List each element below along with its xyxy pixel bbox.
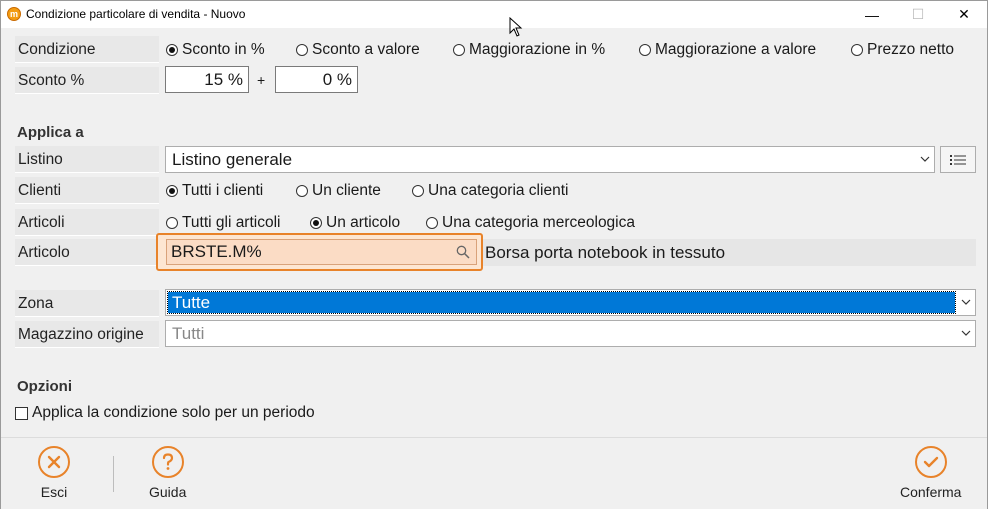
- chevron-down-icon: [961, 290, 971, 324]
- conferma-button[interactable]: Conferma: [900, 446, 961, 500]
- listino-select[interactable]: Listino generale: [165, 146, 935, 173]
- maximize-button[interactable]: ☐: [895, 1, 941, 28]
- articolo-code-input[interactable]: BRSTE.M%: [166, 239, 477, 265]
- zona-label: Zona: [15, 290, 159, 317]
- listino-value: Listino generale: [172, 150, 293, 169]
- radio-label: Una categoria merceologica: [442, 214, 635, 231]
- radio-tutti-clienti[interactable]: Tutti i clienti: [166, 182, 263, 200]
- app-logo-icon: m: [7, 7, 21, 21]
- checkbox-box: [15, 406, 28, 420]
- radio-label: Tutti gli articoli: [182, 214, 281, 231]
- radio-categoria-clienti[interactable]: Una categoria clienti: [412, 182, 568, 200]
- sconto-1-input[interactable]: 15 %: [165, 66, 249, 93]
- mouse-cursor-icon: [509, 17, 523, 37]
- applica-section-title: Applica a: [17, 124, 84, 141]
- radio-label: Un cliente: [312, 182, 381, 199]
- listino-label: Listino: [15, 146, 159, 173]
- radio-un-articolo[interactable]: Un articolo: [310, 214, 400, 232]
- search-icon[interactable]: [456, 245, 470, 259]
- articolo-focus-frame: BRSTE.M%: [156, 233, 483, 271]
- radio-dot: [412, 185, 424, 197]
- list-icon: [950, 154, 966, 165]
- radio-prezzo-netto[interactable]: Prezzo netto: [851, 41, 954, 59]
- magazzino-value: Tutti: [172, 324, 205, 343]
- opzioni-section-title: Opzioni: [17, 378, 72, 395]
- close-circle-icon: [38, 446, 70, 478]
- radio-maggiorazione-valore[interactable]: Maggiorazione a valore: [639, 41, 816, 59]
- radio-dot: [296, 185, 308, 197]
- sconto-label: Sconto %: [15, 67, 159, 94]
- periodo-checkbox[interactable]: Applica la condizione solo per un period…: [15, 404, 315, 422]
- condizione-label: Condizione: [15, 36, 159, 63]
- radio-label: Sconto a valore: [312, 41, 420, 58]
- listino-list-button[interactable]: [940, 146, 976, 173]
- guida-button[interactable]: Guida: [149, 446, 186, 500]
- esci-button[interactable]: Esci: [38, 446, 70, 500]
- radio-dot: [426, 217, 438, 229]
- radio-label: Sconto in %: [182, 41, 265, 58]
- radio-label: Maggiorazione a valore: [655, 41, 817, 58]
- radio-dot: [310, 217, 322, 229]
- radio-label: Tutti i clienti: [182, 182, 264, 199]
- radio-un-cliente[interactable]: Un cliente: [296, 182, 381, 200]
- articolo-description: Borsa porta notebook in tessuto: [483, 239, 976, 266]
- radio-label: Una categoria clienti: [428, 182, 569, 199]
- radio-label: Prezzo netto: [867, 41, 955, 58]
- radio-sconto-percent[interactable]: Sconto in %: [166, 41, 265, 59]
- periodo-label: Applica la condizione solo per un period…: [32, 404, 315, 421]
- radio-label: Maggiorazione in %: [469, 41, 606, 58]
- radio-label: Un articolo: [326, 214, 401, 231]
- chevron-down-icon: [920, 147, 930, 181]
- articolo-code-value: BRSTE.M%: [171, 242, 262, 261]
- check-circle-icon: [914, 446, 947, 478]
- radio-dot: [166, 185, 178, 197]
- footer-toolbar: Esci Guida Conferma: [1, 437, 987, 509]
- guida-label: Guida: [149, 484, 187, 500]
- conferma-label: Conferma: [900, 484, 962, 500]
- radio-dot: [851, 44, 863, 56]
- footer-separator: [113, 456, 114, 492]
- zona-value: Tutte: [167, 291, 956, 314]
- chevron-down-icon: [961, 321, 971, 355]
- title-bar[interactable]: m Condizione particolare di vendita - Nu…: [1, 1, 987, 37]
- radio-dot: [453, 44, 465, 56]
- radio-maggiorazione-percent[interactable]: Maggiorazione in %: [453, 41, 605, 59]
- radio-tutti-articoli[interactable]: Tutti gli articoli: [166, 214, 280, 232]
- articolo-label: Articolo: [15, 239, 159, 266]
- radio-dot: [296, 44, 308, 56]
- dialog-window: m Condizione particolare di vendita - Nu…: [0, 0, 988, 509]
- help-circle-icon: [151, 446, 184, 478]
- sconto-2-input[interactable]: 0 %: [275, 66, 358, 93]
- window-title: Condizione particolare di vendita - Nuov…: [26, 7, 246, 21]
- esci-label: Esci: [40, 484, 68, 500]
- radio-dot: [639, 44, 651, 56]
- radio-dot: [166, 44, 178, 56]
- clienti-label: Clienti: [15, 177, 159, 204]
- plus-sign: +: [257, 72, 266, 88]
- close-button[interactable]: ✕: [941, 1, 987, 28]
- radio-categoria-merceologica[interactable]: Una categoria merceologica: [426, 214, 635, 232]
- radio-dot: [166, 217, 178, 229]
- minimize-button[interactable]: —: [849, 1, 895, 28]
- radio-sconto-valore[interactable]: Sconto a valore: [296, 41, 420, 59]
- magazzino-label: Magazzino origine: [15, 321, 159, 348]
- magazzino-select[interactable]: Tutti: [165, 320, 976, 347]
- articoli-label: Articoli: [15, 209, 159, 236]
- zona-select[interactable]: Tutte: [165, 289, 976, 316]
